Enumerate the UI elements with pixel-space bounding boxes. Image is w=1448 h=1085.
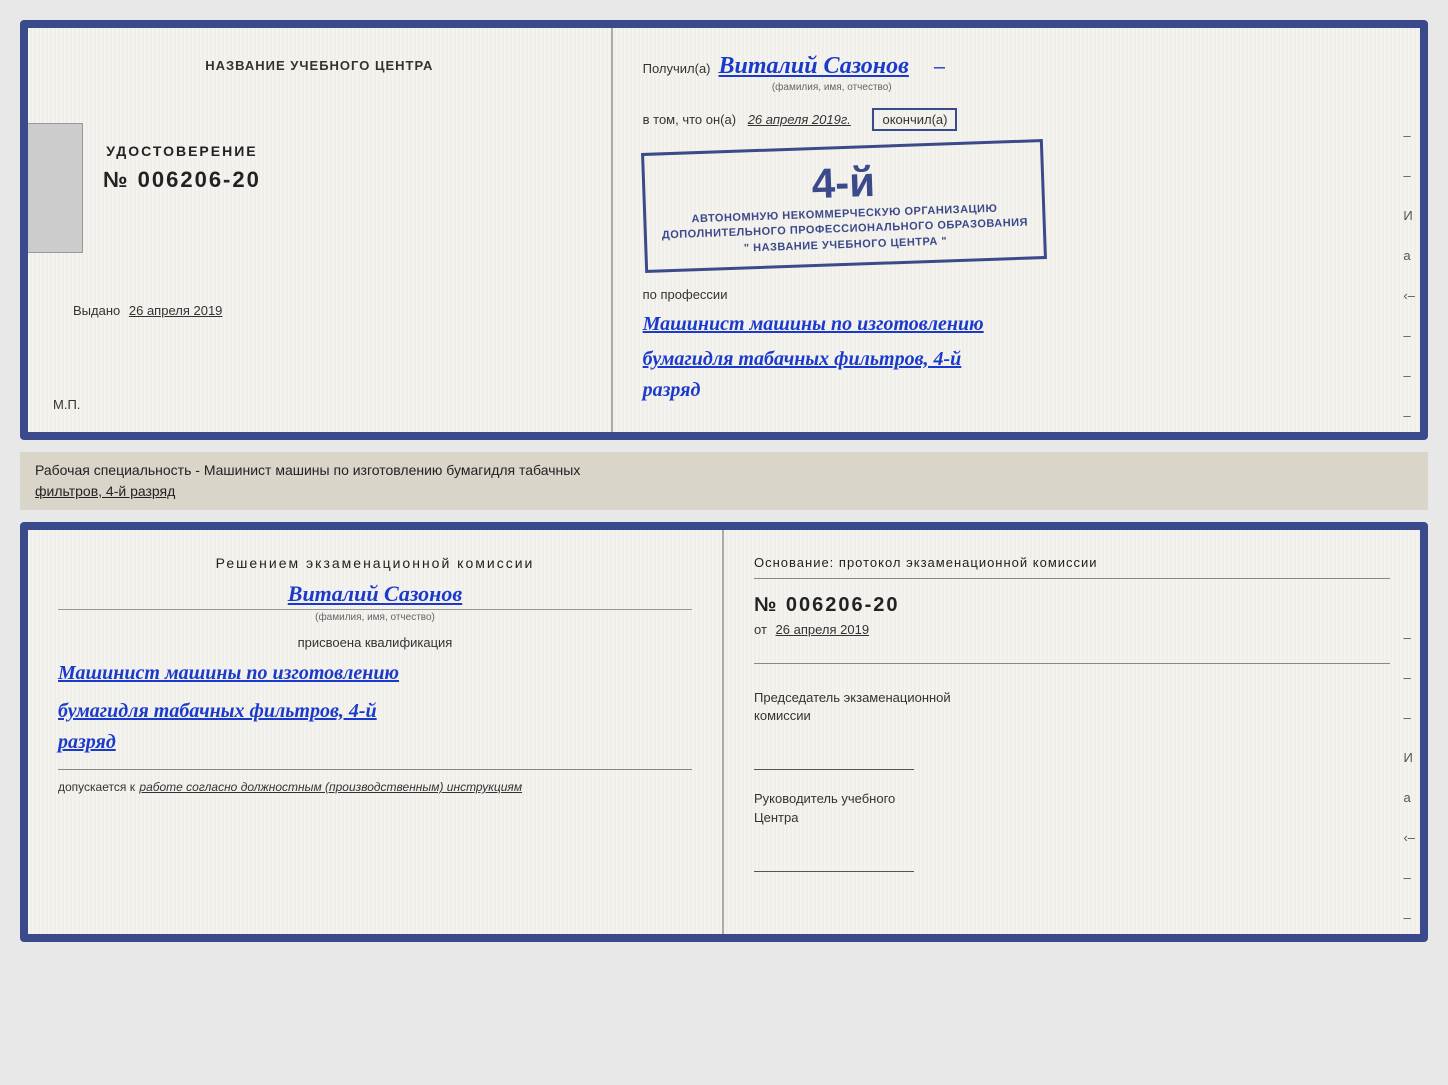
bottom-doc-right: Основание: протокол экзаменационной коми… bbox=[724, 530, 1420, 934]
top-doc-right: Получил(а) Виталий Сазонов – (фамилия, и… bbox=[613, 28, 1420, 432]
side-dashes-top: – – И а ‹– – – – bbox=[1403, 128, 1420, 423]
rukov-label: Руководитель учебного Центра bbox=[754, 790, 1390, 826]
ot-date: 26 апреля 2019 bbox=[776, 622, 870, 637]
bottom-fio-subtitle: (фамилия, имя, отчество) bbox=[58, 609, 692, 623]
dopusk-text: работе согласно должностным (производств… bbox=[139, 780, 522, 794]
cert-number: № 006206-20 bbox=[103, 167, 261, 193]
side-dashes-bottom: – – – И а ‹– – – – bbox=[1403, 630, 1420, 942]
osnov-title: Основание: протокол экзаменационной коми… bbox=[754, 555, 1390, 570]
bottom-doc-left: Решением экзаменационной комиссии Витали… bbox=[28, 530, 724, 934]
rukov-signature-line bbox=[754, 852, 914, 872]
cert-label: УДОСТОВЕРЕНИЕ bbox=[103, 143, 261, 159]
razryad-text: разряд bbox=[643, 379, 1390, 402]
middle-text-normal: Рабочая специальность - Машинист машины … bbox=[35, 462, 580, 478]
protokol-number: № 006206-20 bbox=[754, 594, 1390, 617]
middle-label: Рабочая специальность - Машинист машины … bbox=[20, 452, 1428, 510]
chairman-signature-line bbox=[754, 750, 914, 770]
okonchill-box: окончил(а) bbox=[872, 108, 957, 131]
ot-date-section: от 26 апреля 2019 bbox=[754, 622, 1390, 637]
bottom-razryad: разряд bbox=[58, 731, 692, 754]
decision-title: Решением экзаменационной комиссии bbox=[58, 555, 692, 571]
kvalif-line2: бумагидля табачных фильтров, 4-й bbox=[58, 696, 692, 726]
stamp-border: 4-й АВТОНОМНУЮ НЕКОММЕРЧЕСКУЮ ОРГАНИЗАЦИ… bbox=[641, 139, 1047, 273]
training-center-title-top: НАЗВАНИЕ УЧЕБНОГО ЦЕНТРА bbox=[205, 58, 433, 73]
mp-label: М.П. bbox=[53, 397, 80, 412]
ot-prefix: от bbox=[754, 622, 767, 637]
vtom-prefix: в том, что он(а) bbox=[643, 112, 736, 127]
kvalif-line1: Машинист машины по изготовлению bbox=[58, 658, 692, 688]
top-document: НАЗВАНИЕ УЧЕБНОГО ЦЕНТРА УДОСТОВЕРЕНИЕ №… bbox=[20, 20, 1428, 440]
prisvoena-label: присвоена квалификация bbox=[58, 635, 692, 650]
dopusk-prefix: допускается к bbox=[58, 780, 135, 794]
photo-placeholder bbox=[20, 123, 83, 253]
chairman-label: Председатель экзаменационной комиссии bbox=[754, 689, 1390, 725]
profession-line2: бумагидля табачных фильтров, 4-й bbox=[643, 344, 1390, 374]
poluchil-label: Получил(а) bbox=[643, 61, 711, 76]
bottom-document: Решением экзаменационной комиссии Витали… bbox=[20, 522, 1428, 942]
dash-line1 bbox=[754, 642, 1390, 664]
issued-date: 26 апреля 2019 bbox=[129, 303, 223, 318]
bottom-person-name: Виталий Сазонов bbox=[58, 581, 692, 607]
recipient-name: Виталий Сазонов bbox=[719, 53, 909, 79]
page-wrapper: НАЗВАНИЕ УЧЕБНОГО ЦЕНТРА УДОСТОВЕРЕНИЕ №… bbox=[20, 20, 1428, 942]
profession-line1: Машинист машины по изготовлению bbox=[643, 309, 1390, 339]
stamp-block: 4-й АВТОНОМНУЮ НЕКОММЕРЧЕСКУЮ ОРГАНИЗАЦИ… bbox=[643, 146, 1390, 266]
profession-section: по профессии Машинист машины по изготовл… bbox=[643, 286, 1390, 402]
middle-text-underline: фильтров, 4-й разряд bbox=[35, 483, 175, 499]
fio-subtitle-top: (фамилия, имя, отчество) bbox=[719, 82, 945, 93]
vtom-date: 26 апреля 2019г. bbox=[748, 112, 851, 127]
vtom-section: в том, что он(а) 26 апреля 2019г. окончи… bbox=[643, 108, 1390, 131]
issued-label: Выдано bbox=[73, 303, 120, 318]
profession-label: по профессии bbox=[643, 287, 728, 302]
top-doc-left: НАЗВАНИЕ УЧЕБНОГО ЦЕНТРА УДОСТОВЕРЕНИЕ №… bbox=[28, 28, 613, 432]
divider1 bbox=[754, 578, 1390, 579]
dopusk-section: допускается к работе согласно должностны… bbox=[58, 769, 692, 796]
